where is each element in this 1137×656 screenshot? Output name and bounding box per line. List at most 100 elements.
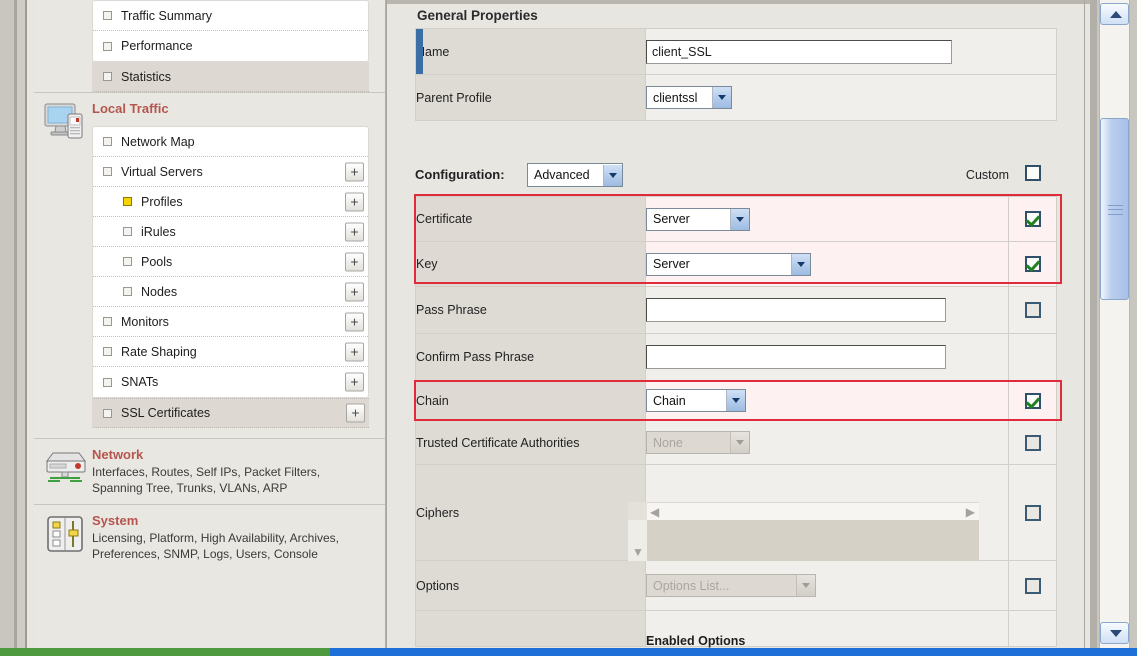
sidebar-item-statistics[interactable]: Statistics [92, 62, 369, 92]
certificate-custom-checkbox[interactable] [1025, 211, 1041, 227]
system-panel-icon [42, 513, 88, 555]
row-label: Options [416, 561, 646, 611]
custom-checkbox-wrap[interactable] [1025, 165, 1041, 181]
sidebar-item-monitors[interactable]: Monitors + [93, 307, 368, 337]
row-label: Trusted Certificate Authorities [416, 421, 646, 465]
sidebar-top-card: Traffic Summary Performance [92, 0, 369, 62]
checkbox-bullet-icon [103, 137, 112, 146]
tca-custom-checkbox[interactable] [1025, 435, 1041, 451]
chain-select[interactable]: Chain [646, 389, 746, 412]
checkbox-bullet-icon [103, 409, 112, 418]
select-value: Options List... [647, 579, 796, 593]
table-row: Trusted Certificate Authorities None [416, 421, 1057, 465]
row-checkbox-cell [1009, 242, 1057, 287]
expand-plus-button[interactable]: + [345, 342, 364, 361]
name-input[interactable]: client_SSL [646, 40, 952, 64]
taskbar-green-segment [0, 648, 330, 656]
key-select[interactable]: Server [646, 253, 811, 276]
expand-plus-button[interactable]: + [345, 282, 364, 301]
sidebar-item-virtual-servers[interactable]: Virtual Servers + [93, 157, 368, 187]
chevron-left-icon[interactable]: ◀ [650, 506, 659, 518]
sidebar-section-network[interactable]: Network Interfaces, Routes, Self IPs, Pa… [34, 438, 385, 504]
row-label: Pass Phrase [416, 287, 646, 334]
ciphers-custom-checkbox[interactable] [1025, 505, 1041, 521]
sidebar-item-snats[interactable]: SNATs + [93, 367, 368, 397]
configuration-select[interactable]: Advanced [527, 163, 623, 187]
expand-plus-button[interactable]: + [345, 222, 364, 241]
table-row: Certificate Server [416, 197, 1057, 242]
table-row: Key Server [416, 242, 1057, 287]
table-row: Pass Phrase [416, 287, 1057, 334]
sidebar-item-label: Statistics [121, 70, 171, 84]
scrollbar-corner [628, 502, 647, 520]
taskbar-blue-segment [330, 648, 1137, 656]
panel-top-rule [387, 0, 1090, 4]
vertical-scrollbar[interactable] [1090, 0, 1137, 656]
scrollbar-thumb[interactable] [1100, 118, 1129, 300]
sidebar-section-local-traffic[interactable]: Local Traffic [34, 92, 385, 126]
row-field: Chain [646, 381, 1009, 421]
chevron-right-icon[interactable]: ▶ [966, 506, 975, 518]
trusted-certificate-authorities-select[interactable]: None [646, 431, 750, 454]
ciphers-horizontal-scrollbar[interactable]: ◀ ▶ [647, 502, 979, 520]
row-label: Name [416, 29, 646, 75]
checkbox-bullet-icon [103, 347, 112, 356]
custom-checkbox[interactable] [1025, 165, 1041, 181]
pass-phrase-input[interactable] [646, 298, 946, 322]
sidebar-item-label: SNATs [121, 375, 158, 389]
main-content-panel: General Properties Name client_SSL Paren… [387, 0, 1090, 648]
sidebar-item-nodes[interactable]: Nodes + [93, 277, 368, 307]
options-select[interactable]: Options List... [646, 574, 816, 597]
chevron-down-icon[interactable]: ▼ [632, 546, 644, 558]
chevron-down-icon [791, 254, 810, 275]
scroll-down-button[interactable] [1100, 622, 1129, 644]
row-label: Confirm Pass Phrase [416, 334, 646, 381]
sidebar-item-network-map[interactable]: Network Map [93, 127, 368, 157]
table-row: Parent Profile clientssl [416, 75, 1057, 121]
expand-plus-button[interactable]: + [345, 162, 364, 181]
general-properties-table: Name client_SSL Parent Profile clientssl [415, 28, 1057, 121]
sidebar-item-rate-shaping[interactable]: Rate Shaping + [93, 337, 368, 367]
ciphers-textarea-wrap[interactable]: DEFAULT ▲ ▼ ◀ ▶ [646, 505, 648, 521]
configuration-select-wrap: Advanced [527, 163, 623, 187]
section-description: Interfaces, Routes, Self IPs, Packet Fil… [92, 464, 344, 496]
parent-profile-select[interactable]: clientssl [646, 86, 732, 109]
chain-custom-checkbox[interactable] [1025, 393, 1041, 409]
row-checkbox-cell [1009, 334, 1057, 381]
sidebar-item-irules[interactable]: iRules + [93, 217, 368, 247]
row-checkbox-cell [1009, 611, 1057, 647]
server-appliance-icon [42, 447, 88, 489]
expand-plus-button[interactable]: + [345, 312, 364, 331]
sidebar-item-traffic-summary[interactable]: Traffic Summary [93, 1, 368, 31]
sidebar-item-profiles[interactable]: Profiles + [93, 187, 368, 217]
expand-plus-button[interactable]: + [346, 404, 365, 423]
sidebar-item-pools[interactable]: Pools + [93, 247, 368, 277]
application-window: Traffic Summary Performance Statistics [0, 0, 1137, 656]
row-checkbox-cell [1009, 381, 1057, 421]
row-label: Ciphers [416, 465, 646, 561]
key-custom-checkbox[interactable] [1025, 256, 1041, 272]
pass-phrase-custom-checkbox[interactable] [1025, 302, 1041, 318]
custom-label: Custom [966, 168, 1009, 182]
scrollbar-track[interactable] [1099, 0, 1130, 648]
options-custom-checkbox[interactable] [1025, 578, 1041, 594]
row-field [646, 334, 1009, 381]
expand-plus-button[interactable]: + [345, 252, 364, 271]
confirm-pass-phrase-input[interactable] [646, 345, 946, 369]
certificate-select[interactable]: Server [646, 208, 750, 231]
scroll-up-button[interactable] [1100, 3, 1129, 25]
row-checkbox-cell [1009, 421, 1057, 465]
sidebar-item-label: iRules [141, 225, 176, 239]
sidebar-section-system[interactable]: System Licensing, Platform, High Availab… [34, 504, 385, 570]
chevron-down-icon [730, 209, 749, 230]
sidebar-item-performance[interactable]: Performance [93, 31, 368, 61]
row-label: Key [416, 242, 646, 287]
expand-plus-button[interactable]: + [345, 192, 364, 211]
row-field: client_SSL [646, 29, 1057, 75]
select-value: Advanced [528, 168, 603, 182]
select-value: None [647, 436, 730, 450]
expand-plus-button[interactable]: + [345, 373, 364, 392]
navigation-sidebar: Traffic Summary Performance Statistics [34, 0, 386, 648]
table-row: Enabled Options [416, 611, 1057, 647]
sidebar-item-ssl-certificates[interactable]: SSL Certificates + [92, 398, 369, 428]
